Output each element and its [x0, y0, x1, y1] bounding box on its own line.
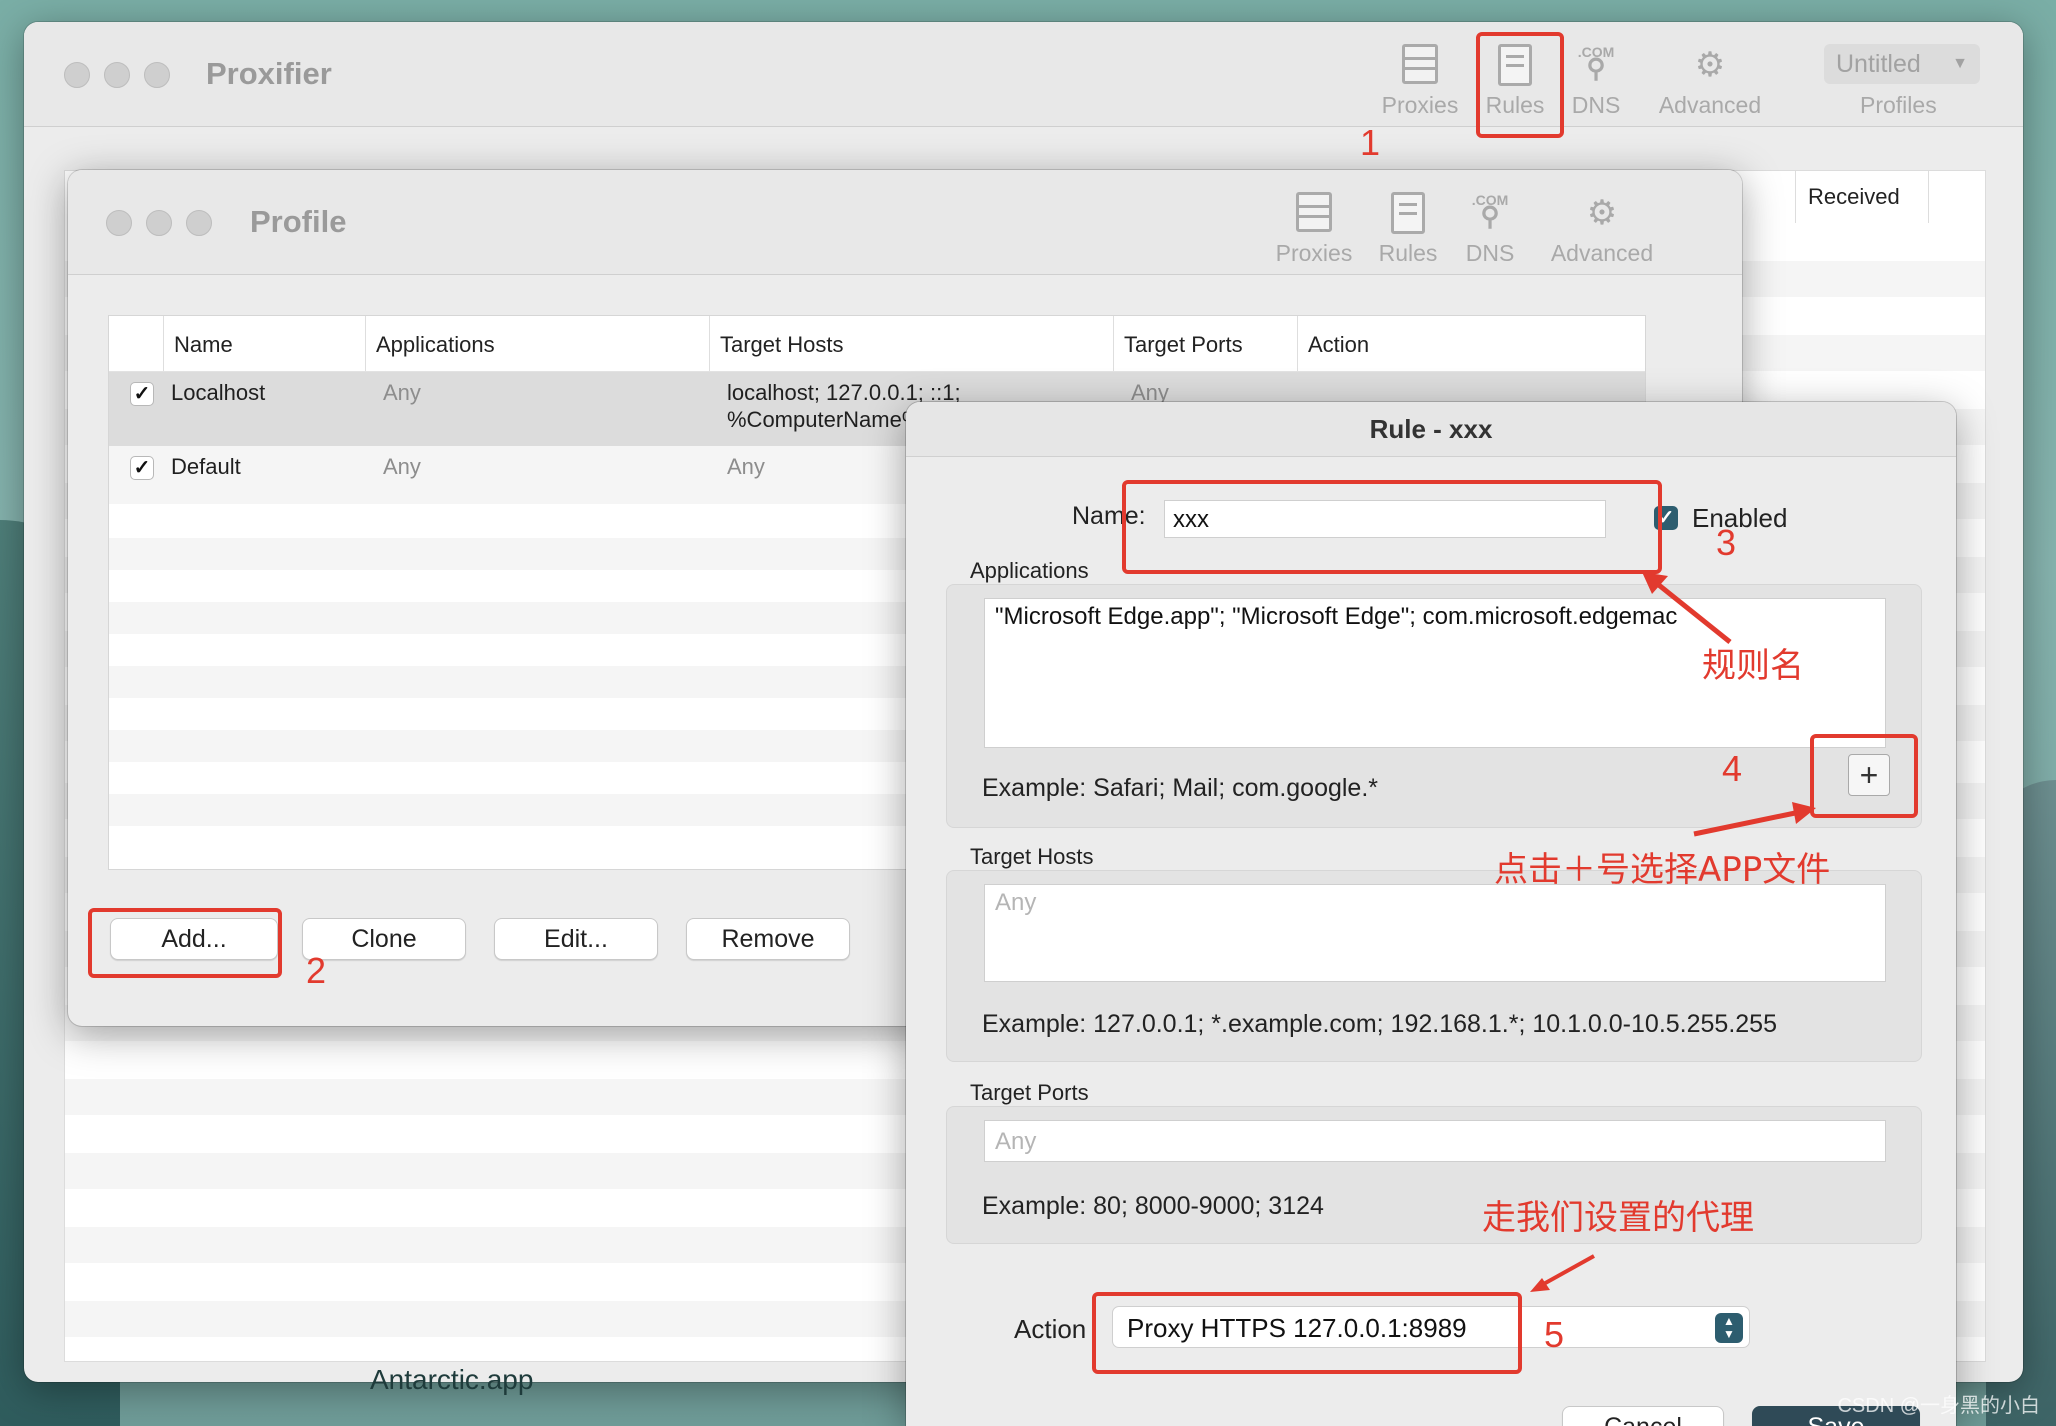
- gear-icon: ⚙: [1694, 46, 1726, 84]
- annotation-arrow-plus: [1693, 802, 1816, 837]
- window-controls: [64, 62, 170, 88]
- zoom-window-button[interactable]: [186, 210, 212, 236]
- rule-name: Localhost: [171, 380, 266, 405]
- toolbar-proxies-label: Proxies: [1381, 92, 1459, 118]
- minimize-window-button[interactable]: [146, 210, 172, 236]
- background-app-text: Antarctic.app: [370, 1364, 534, 1395]
- rule-applications: Any: [383, 454, 421, 479]
- main-window-title: Proxifier: [206, 56, 332, 91]
- profile-toolbar-proxies[interactable]: Proxies: [1264, 192, 1364, 267]
- annotation-box-add: [88, 908, 282, 978]
- profile-window-title: Profile: [250, 204, 347, 239]
- annotation-note-add-app: 点击＋号选择APP文件: [1494, 850, 1831, 890]
- annotation-box-name: [1122, 480, 1662, 574]
- stepper-icon: ▲ ▼: [1715, 1313, 1743, 1343]
- annotation-step-4: 4: [1722, 748, 1743, 789]
- rule-enabled-checkbox[interactable]: ✓: [130, 456, 154, 480]
- profile-window-controls: [106, 210, 212, 236]
- applications-label: Applications: [970, 558, 1089, 583]
- target-hosts-label: Target Hosts: [970, 844, 1094, 869]
- column-header-target-ports[interactable]: Target Ports: [1113, 316, 1296, 371]
- annotation-step-2: 2: [306, 950, 327, 991]
- watermark: CSDN @一身黑的小白: [1837, 1395, 2040, 1417]
- annotation-arrow-proxy: [1530, 1254, 1595, 1292]
- annotation-note-rule-name: 规则名: [1702, 646, 1804, 686]
- target-ports-example: Example: 80; 8000-9000; 3124: [982, 1192, 1324, 1220]
- rule-sheet-titlebar: Rule - xxx: [906, 402, 1956, 457]
- dns-icon: .COM ⚲: [1471, 192, 1509, 231]
- profile-toolbar-advanced-label: Advanced: [1550, 240, 1654, 266]
- rule-name: Default: [171, 454, 241, 479]
- profile-toolbar-advanced[interactable]: ⚙ Advanced: [1542, 192, 1662, 267]
- server-icon: [1296, 192, 1332, 232]
- dns-icon: .COM ⚲: [1577, 44, 1615, 83]
- minimize-window-button[interactable]: [104, 62, 130, 88]
- annotation-note-proxy: 走我们设置的代理: [1482, 1198, 1754, 1238]
- clone-rule-button[interactable]: Clone: [302, 918, 466, 960]
- close-window-button[interactable]: [106, 210, 132, 236]
- toolbar-proxies[interactable]: Proxies: [1370, 44, 1470, 119]
- rule-target-hosts-line2: %ComputerName%: [727, 407, 922, 432]
- action-label: Action: [1014, 1314, 1087, 1344]
- profile-select-label: Profiles: [1860, 92, 1937, 118]
- main-titlebar: Proxifier Proxies Rules .COM ⚲ DNS ⚙ Adva…: [24, 22, 2023, 127]
- target-ports-label: Target Ports: [970, 1080, 1089, 1105]
- gear-icon: ⚙: [1586, 194, 1618, 232]
- chevron-down-icon: ▼: [1952, 55, 1968, 72]
- annotation-box-rules: [1476, 32, 1564, 138]
- profile-select-value: Untitled: [1836, 50, 1921, 78]
- cancel-button[interactable]: Cancel: [1562, 1406, 1724, 1426]
- target-hosts-placeholder: Any: [995, 889, 1037, 916]
- target-ports-placeholder: Any: [995, 1128, 1037, 1155]
- annotation-step-1: 1: [1360, 122, 1381, 163]
- target-hosts-textarea[interactable]: Any: [984, 884, 1886, 982]
- profile-toolbar-dns[interactable]: .COM ⚲ DNS: [1440, 192, 1540, 267]
- column-header-applications[interactable]: Applications: [365, 316, 716, 371]
- column-header-name[interactable]: Name: [163, 316, 376, 371]
- enabled-label: Enabled: [1692, 503, 1788, 533]
- rule-target-hosts: Any: [727, 454, 765, 479]
- edit-rule-button[interactable]: Edit...: [494, 918, 658, 960]
- rule-enabled-checkbox[interactable]: ✓: [130, 382, 154, 406]
- toolbar-dns-label: DNS: [1571, 92, 1621, 118]
- profile-toolbar-proxies-label: Proxies: [1275, 240, 1353, 266]
- column-header-target-hosts[interactable]: Target Hosts: [709, 316, 1113, 371]
- applications-value: "Microsoft Edge.app"; "Microsoft Edge"; …: [995, 603, 1678, 630]
- profile-toolbar-dns-label: DNS: [1465, 240, 1515, 266]
- toolbar-advanced-label: Advanced: [1658, 92, 1762, 118]
- column-header-action[interactable]: Action: [1297, 316, 1618, 371]
- applications-example: Example: Safari; Mail; com.google.*: [982, 774, 1379, 802]
- annotation-step-3: 3: [1716, 522, 1737, 563]
- target-hosts-example: Example: 127.0.0.1; *.example.com; 192.1…: [982, 1010, 1777, 1038]
- zoom-window-button[interactable]: [144, 62, 170, 88]
- toolbar-advanced[interactable]: ⚙ Advanced: [1650, 44, 1770, 119]
- rules-table-header: Name Applications Target Hosts Target Po…: [109, 316, 1645, 372]
- close-window-button[interactable]: [64, 62, 90, 88]
- remove-rule-button[interactable]: Remove: [686, 918, 850, 960]
- connections-header-received: Received: [1795, 171, 1929, 223]
- annotation-box-action: [1092, 1292, 1522, 1374]
- annotation-step-5: 5: [1544, 1314, 1565, 1355]
- document-icon: [1391, 192, 1425, 234]
- rule-applications: Any: [383, 380, 421, 405]
- server-icon: [1402, 44, 1438, 84]
- rule-sheet-title: Rule - xxx: [1369, 414, 1493, 444]
- profile-toolbar-rules-label: Rules: [1378, 240, 1438, 266]
- target-ports-field[interactable]: Any: [984, 1120, 1886, 1162]
- annotation-box-plus: [1810, 734, 1918, 818]
- profile-titlebar: Profile Proxies Rules .COM ⚲ DNS ⚙ Advanc…: [68, 170, 1742, 275]
- profile-select[interactable]: Untitled ▼: [1824, 44, 1980, 84]
